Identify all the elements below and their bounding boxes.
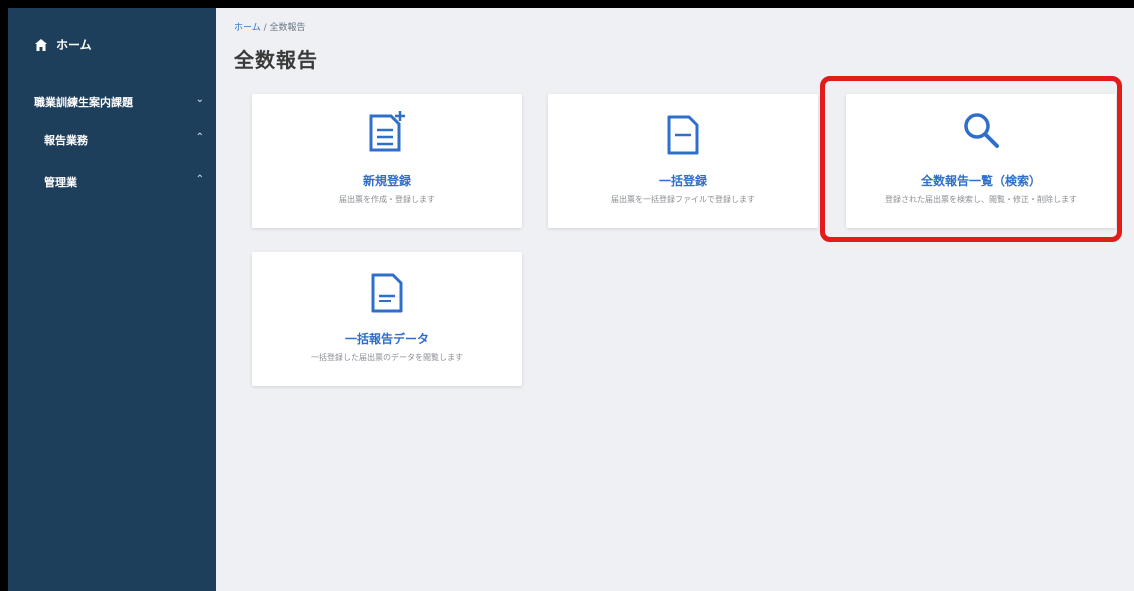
card-title: 新規登録 — [362, 174, 411, 188]
breadcrumb: ホーム / 全数報告 — [234, 20, 306, 33]
sidebar-item-label: ホーム — [56, 38, 92, 52]
sidebar-item-label: 管理業 — [44, 176, 77, 189]
sidebar-group-label: 職業訓練生案内課題 — [34, 96, 133, 109]
chevron-down-icon: ⌄ — [195, 94, 204, 105]
breadcrumb-current: 全数報告 — [269, 23, 306, 33]
card-bulk-report-data[interactable]: 一括報告データ 一括登録した届出票のデータを閲覧します — [252, 252, 522, 386]
card-description: 一括登録した届出票のデータを閲覧します — [311, 353, 463, 362]
app-window: ホーム 職業訓練生案内課題 ⌄ 報告業務 ⌃ 管理業 ⌃ ホーム / 全数報告 … — [8, 8, 1134, 591]
new-document-icon — [369, 111, 405, 152]
chevron-up-icon: ⌃ — [195, 132, 204, 143]
home-icon — [35, 38, 47, 51]
card-description: 届出票を作成・登録します — [339, 195, 435, 204]
card-new-registration[interactable]: 新規登録 届出票を作成・登録します — [252, 94, 522, 228]
sidebar-item-report[interactable]: 報告業務 ⌃ — [44, 132, 204, 148]
card-title: 一括登録 — [658, 174, 707, 188]
chevron-up-icon: ⌃ — [195, 174, 204, 185]
sidebar-item-label: 報告業務 — [44, 134, 88, 147]
data-file-icon — [371, 273, 403, 313]
sidebar-item-manage[interactable]: 管理業 ⌃ — [44, 174, 204, 190]
breadcrumb-home-link[interactable]: ホーム — [234, 23, 261, 33]
page-title: 全数報告 — [234, 48, 318, 72]
breadcrumb-separator: / — [263, 23, 267, 33]
card-description: 届出票を一括登録ファイルで登録します — [611, 195, 755, 204]
document-icon — [667, 115, 699, 155]
sidebar-item-home[interactable]: ホーム — [34, 36, 92, 53]
card-bulk-registration[interactable]: 一括登録 届出票を一括登録ファイルで登録します — [548, 94, 818, 228]
card-title: 一括報告データ — [344, 332, 429, 346]
sidebar: ホーム 職業訓練生案内課題 ⌄ 報告業務 ⌃ 管理業 ⌃ — [8, 8, 216, 591]
highlight-box — [820, 76, 1122, 242]
sidebar-group[interactable]: 職業訓練生案内課題 ⌄ — [34, 94, 204, 110]
main-content: ホーム / 全数報告 全数報告 新規登録 届出票を作成・登録します 一括登録 届… — [216, 8, 1134, 591]
